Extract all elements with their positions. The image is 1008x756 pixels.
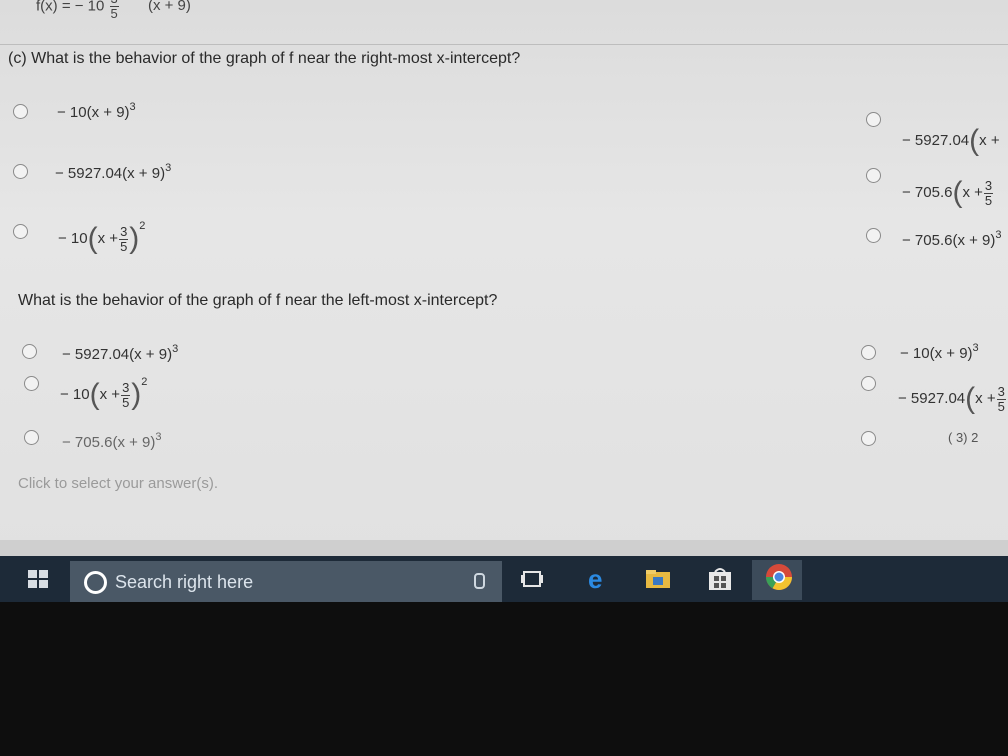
option-d-4-radio[interactable]	[861, 345, 876, 360]
option-c-2-radio[interactable]	[13, 164, 28, 179]
option-d-5-radio[interactable]	[861, 376, 876, 391]
edge-icon[interactable]: e	[584, 566, 612, 592]
option-c-2-label[interactable]: − 5927.04(x + 9)3	[55, 162, 171, 182]
task-view-icon[interactable]	[520, 566, 548, 592]
question-c: (c) What is the behavior of the graph of…	[8, 50, 521, 67]
option-d-1-radio[interactable]	[22, 344, 37, 359]
option-d-4-label[interactable]: − 10(x + 9)3	[900, 342, 979, 362]
option-c-5-label[interactable]: − 705.6(x +3 5	[902, 176, 994, 210]
function-definition-fragment: f(x) = − 10 35 (x + 9)	[36, 0, 191, 21]
screen: f(x) = − 10 35 (x + 9) (c) What is the b…	[0, 0, 1008, 556]
page-bottom-strip	[0, 540, 1008, 556]
divider	[0, 44, 1008, 45]
option-c-3-radio[interactable]	[13, 224, 28, 239]
hint-text: Click to select your answer(s).	[18, 475, 219, 492]
monitor-bezel	[0, 602, 1008, 756]
top-fraction: 35	[109, 0, 119, 21]
function-lhs: f(x) = − 10	[36, 0, 105, 15]
option-d-6-label[interactable]: ( 3) 2	[948, 430, 978, 445]
option-d-1-label[interactable]: − 5927.04(x + 9)3	[62, 343, 178, 363]
option-d-2-radio[interactable]	[24, 376, 39, 391]
windows-start-icon[interactable]	[28, 570, 50, 590]
option-c-4-radio[interactable]	[866, 112, 881, 127]
search-placeholder: Search right here	[115, 572, 254, 592]
question-d: What is the behavior of the graph of f n…	[18, 292, 498, 309]
file-explorer-icon[interactable]	[644, 566, 672, 592]
option-c-3-label[interactable]: − 10(x +3 5)2	[58, 220, 145, 256]
option-d-3-label[interactable]: − 705.6(x + 9)3	[62, 431, 162, 451]
cortana-icon	[84, 571, 107, 594]
option-d-3-radio[interactable]	[24, 430, 39, 445]
option-d-6-radio[interactable]	[861, 431, 876, 446]
chrome-icon[interactable]	[764, 562, 794, 592]
store-icon[interactable]	[706, 566, 734, 592]
option-c-1-radio[interactable]	[13, 104, 28, 119]
option-d-2-label[interactable]: − 10(x +3 5)2	[60, 376, 147, 412]
option-c-5-radio[interactable]	[866, 168, 881, 183]
function-tail: (x + 9)	[147, 0, 191, 15]
option-d-5-label[interactable]: − 5927.04(x +3 5	[898, 382, 1007, 416]
option-c-6-label[interactable]: − 705.6(x + 9)3	[902, 229, 1002, 249]
search-box[interactable]: Search right here	[70, 561, 502, 602]
svg-text:e: e	[588, 566, 602, 592]
microphone-icon[interactable]	[474, 573, 485, 589]
option-c-4-label[interactable]: − 5927.04(x +	[902, 124, 1000, 158]
option-c-1-label[interactable]: − 10(x + 9)3	[57, 101, 136, 121]
option-c-6-radio[interactable]	[866, 228, 881, 243]
